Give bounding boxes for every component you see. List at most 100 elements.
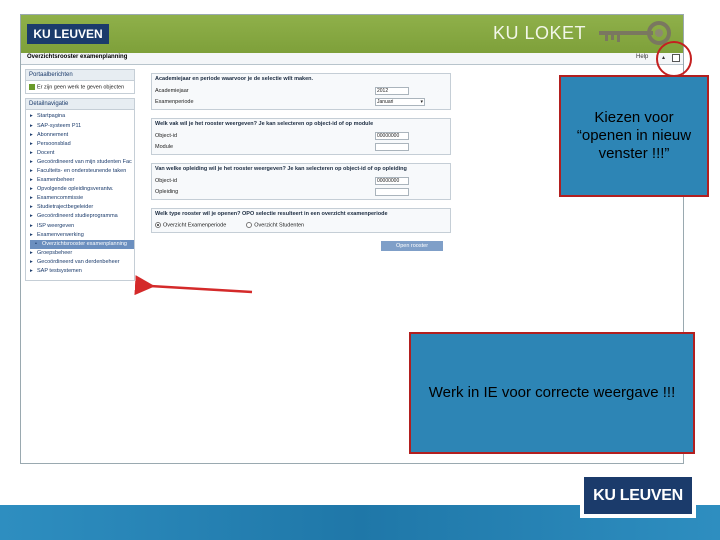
triangle-right-icon: ▸ — [30, 249, 33, 256]
left-navigation: Portaalberichten Er zijn geen werk te ge… — [25, 69, 135, 459]
nav-item[interactable]: ▸ Examenverwerking — [30, 231, 134, 240]
page-toolbar: Overzichtsrooster examenplanning Help ▴ — [21, 53, 683, 65]
opleiding-row: Opleiding — [155, 186, 447, 197]
triangle-right-icon: ▸ — [30, 258, 33, 265]
rooster-type-section: Welk type rooster wil je openen? OPO sel… — [151, 208, 451, 234]
portaalberichten-box: Portaalberichten Er zijn geen werk te ge… — [25, 69, 135, 95]
nav-item[interactable]: ▸ Examencommissie — [30, 194, 134, 203]
radio-icon — [246, 222, 253, 228]
nav-item-label: Gecoördineerd van derdenbeheer — [37, 258, 120, 265]
nav-item[interactable]: ▸ SAP-systeem P11 — [30, 122, 134, 131]
nav-item[interactable]: ▸ Opvolgende opleidingsverantw. — [30, 185, 134, 194]
portaal-message-text: Er zijn geen werk te geven objecten — [37, 84, 125, 91]
section-heading: Welk vak wil je het rooster weergeven? J… — [155, 121, 374, 127]
section-heading: Academiejaar en periode waarvoor je de s… — [155, 76, 314, 82]
field-label: Academiejaar — [155, 87, 189, 94]
open-rooster-button[interactable]: Open rooster — [381, 241, 443, 251]
nav-item[interactable]: ▸ Studietrajectbegeleider — [30, 203, 134, 212]
nav-item-label: Examenbeheer — [37, 177, 75, 184]
triangle-right-icon: ▸ — [30, 213, 33, 220]
objectid-field[interactable]: 00000000 — [375, 131, 409, 140]
radio-label: Overzicht Studenten — [254, 222, 305, 229]
help-link[interactable]: Help — [636, 54, 648, 60]
nav-item-label: Startpagina — [37, 113, 66, 120]
nav-item[interactable]: ▸ Gecoördineerd van derdenbeheer — [30, 258, 134, 267]
nav-item-label: Groepsbeheer — [37, 249, 73, 256]
footer-ku-leuven-logo: KU LEUVEN — [580, 473, 696, 518]
nav-item-label: Gecoördineerd van mijn studenten Fac — [37, 158, 132, 165]
nav-item[interactable]: ▸ Startpagina — [30, 112, 134, 121]
field-label: Examenperiode — [155, 98, 194, 105]
triangle-right-icon: ▸ — [30, 158, 33, 165]
triangle-right-icon: ▸ — [30, 177, 33, 184]
triangle-right-icon: ▸ — [30, 168, 33, 175]
nav-item[interactable]: • Overzichtsrooster examenplanning — [30, 239, 134, 249]
triangle-right-icon: ▸ — [30, 186, 33, 193]
new-window-callout: Kiezen voor “openen in nieuw venster !!!… — [559, 75, 709, 197]
triangle-right-icon: ▸ — [30, 149, 33, 156]
chevron-down-icon: ▾ — [420, 98, 423, 105]
rooster-type-options: Overzicht Examenperiode Overzicht Studen… — [155, 220, 447, 230]
nav-item[interactable]: ▸ Gecoördineerd van mijn studenten Fac — [30, 158, 134, 167]
periode-value: Januari — [377, 98, 394, 105]
page-title: Overzichtsrooster examenplanning — [27, 54, 128, 60]
nav-item[interactable]: ▸ SAP testsystemen — [30, 267, 134, 276]
ku-leuven-logo[interactable]: KU LEUVEN — [27, 24, 109, 44]
nav-item[interactable]: ▸ Abonnement — [30, 131, 134, 140]
radio-overzicht-examenperiode[interactable]: Overzicht Examenperiode — [155, 222, 226, 228]
detail-navigation-header: Detailnavigatie — [26, 99, 134, 111]
ie-callout: Werk in IE voor correcte weergave !!! — [409, 332, 695, 454]
nav-item-label: SAP testsystemen — [37, 268, 82, 275]
triangle-right-icon: ▸ — [30, 204, 33, 211]
triangle-right-icon: ▸ — [30, 113, 33, 120]
portaalberichten-header: Portaalberichten — [26, 70, 134, 81]
module-field[interactable] — [375, 142, 409, 151]
radio-icon — [155, 222, 161, 228]
detail-navigation-box: Detailnavigatie ▸ Startpagina ▸ SAP-systeem… — [25, 98, 135, 282]
opleiding-section: Van welke opleiding wil je het rooster w… — [151, 163, 451, 200]
opleiding-field[interactable] — [375, 187, 409, 196]
triangle-right-icon: ▸ — [30, 122, 33, 129]
field-label: Object-id — [155, 177, 178, 184]
nav-item[interactable]: ▸ Docent — [30, 149, 134, 158]
section-heading: Van welke opleiding wil je het rooster w… — [155, 166, 407, 172]
field-label: Opleiding — [155, 188, 179, 195]
objectid2-field[interactable]: 00000000 — [375, 176, 409, 185]
radio-label: Overzicht Examenperiode — [163, 222, 227, 229]
slide: KU LEUVEN KU LOKET Overzichtsrooster exa… — [0, 0, 720, 540]
module-row: Module — [155, 141, 447, 152]
field-label: Module — [155, 143, 174, 150]
nav-item-label: Faculteits- en ondersteunende taken — [37, 168, 127, 175]
nav-item[interactable]: ▸ Gecoördineerd studieprogramma — [30, 212, 134, 221]
academiejaar-row: Academiejaar 2012 — [155, 85, 447, 96]
portaal-message: Er zijn geen werk te geven objecten — [26, 81, 134, 93]
section-heading: Welk type rooster wil je openen? OPO sel… — [155, 211, 388, 217]
message-icon — [29, 84, 35, 90]
field-label: Object-id — [155, 132, 178, 139]
kuloket-banner: KU LEUVEN KU LOKET — [21, 15, 683, 53]
periode-row: Examenperiode Januari ▾ — [155, 96, 447, 107]
nav-item-label: ISP weergeven — [37, 222, 75, 229]
academiejaar-field[interactable]: 2012 — [375, 86, 409, 95]
nav-item-label: Gecoördineerd studieprogramma — [37, 213, 118, 220]
nav-item[interactable]: ▸ Persoonsblad — [30, 140, 134, 149]
nav-item-label: Overzichtsrooster examenplanning — [42, 240, 127, 247]
period-section: Academiejaar en periode waarvoor je de s… — [151, 73, 451, 110]
vak-section: Welk vak wil je het rooster weergeven? J… — [151, 118, 451, 155]
nav-item[interactable]: ▸ Groepsbeheer — [30, 249, 134, 258]
objectid-row: Object-id 00000000 — [155, 130, 447, 141]
nav-item[interactable]: ▸ Faculteits- en ondersteunende taken — [30, 167, 134, 176]
nav-item[interactable]: ▸ ISP weergeven — [30, 222, 134, 231]
periode-select[interactable]: Januari ▾ — [375, 97, 425, 106]
triangle-right-icon: ▸ — [30, 131, 33, 138]
selection-form: Academiejaar en periode waarvoor je de s… — [151, 73, 451, 313]
nav-item-label: Studietrajectbegeleider — [37, 204, 94, 211]
nav-item-label: Docent — [37, 149, 55, 156]
nav-item[interactable]: ▸ Examenbeheer — [30, 176, 134, 185]
nav-item-label: SAP-systeem P11 — [37, 122, 82, 129]
objectid2-row: Object-id 00000000 — [155, 175, 447, 186]
triangle-right-icon: ▸ — [30, 268, 33, 275]
bullet-icon: • — [35, 240, 37, 247]
triangle-right-icon: ▸ — [30, 222, 33, 229]
radio-overzicht-studenten[interactable]: Overzicht Studenten — [246, 222, 304, 228]
